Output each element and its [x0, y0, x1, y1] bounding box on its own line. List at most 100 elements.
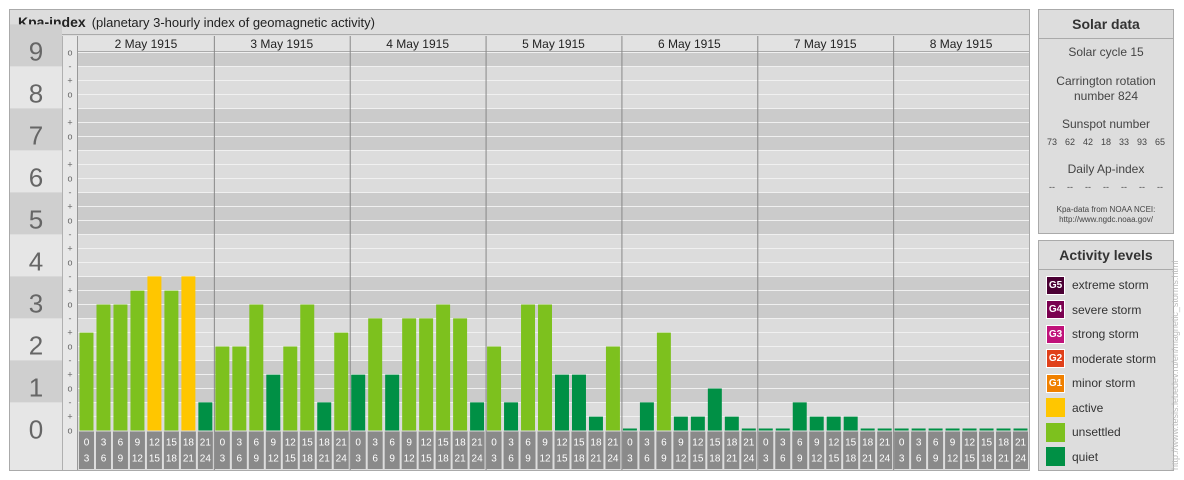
- hour-start-label: 21: [200, 438, 212, 449]
- hour-end-label: 6: [644, 454, 650, 465]
- plot-band: [78, 192, 1029, 235]
- kp-bar: [334, 332, 349, 431]
- level-label: severe storm: [1072, 302, 1142, 317]
- y-tick-label: 2: [29, 331, 43, 361]
- solar-cycle: Solar cycle 15: [1068, 45, 1144, 59]
- hour-end-label: 12: [404, 454, 416, 465]
- hour-end-label: 6: [237, 454, 243, 465]
- kp-bar: [724, 416, 739, 431]
- hour-start-label: 6: [933, 438, 939, 449]
- kp-bar: [656, 332, 671, 431]
- hour-end-label: 9: [933, 454, 939, 465]
- source-line2[interactable]: http://www.ngdc.noaa.gov/: [1039, 215, 1173, 225]
- hour-end-label: 21: [319, 454, 331, 465]
- hour-start-label: 21: [336, 438, 348, 449]
- hour-start-label: 3: [372, 438, 378, 449]
- hour-start-label: 9: [271, 438, 277, 449]
- hour-end-label: 12: [268, 454, 280, 465]
- ap-value: --: [1103, 182, 1109, 192]
- kp-bar: [470, 402, 485, 431]
- hour-start-label: 0: [763, 438, 769, 449]
- activity-levels-panel: Activity levels G5 extreme storm G4 severe …: [1038, 240, 1174, 471]
- kp-bar: [419, 318, 434, 431]
- hour-start-label: 12: [964, 438, 976, 449]
- hour-end-label: 15: [149, 454, 161, 465]
- hour-start-label: 3: [237, 438, 243, 449]
- kp-bar: [147, 276, 162, 431]
- hour-start-label: 0: [627, 438, 633, 449]
- level-unsettled: unsettled: [1046, 422, 1121, 442]
- y-sublabel: -: [69, 272, 72, 282]
- hour-start-label: 21: [607, 438, 619, 449]
- sunspot-values: 73 62 42 18 33 93 65: [1039, 137, 1173, 147]
- hour-start-label: 6: [525, 438, 531, 449]
- hour-start-label: 0: [220, 438, 226, 449]
- y-sublabel: +: [67, 202, 72, 212]
- hour-start-label: 15: [981, 438, 993, 449]
- level-swatch: [1046, 422, 1065, 442]
- hour-start-label: 15: [438, 438, 450, 449]
- kp-bar: [741, 428, 756, 431]
- sunspot-value: 62: [1064, 137, 1075, 147]
- day-label: 2 May 1915: [115, 37, 178, 51]
- plot-band: [78, 276, 1029, 319]
- level-label: quiet: [1072, 449, 1099, 464]
- sunspot-value: 18: [1100, 137, 1111, 147]
- kp-bar: [588, 416, 603, 431]
- ap-value: --: [1157, 182, 1163, 192]
- kp-bar: [571, 374, 586, 431]
- hour-end-label: 21: [862, 454, 874, 465]
- kp-bar: [707, 388, 722, 431]
- hour-end-label: 18: [166, 454, 178, 465]
- level-quiet: quiet: [1046, 447, 1098, 467]
- hour-start-label: 6: [254, 438, 260, 449]
- activity-levels-title: Activity levels: [1039, 241, 1173, 270]
- y-sublabel: +: [67, 328, 72, 338]
- y-sublabel: -: [69, 62, 72, 72]
- hour-end-label: 21: [183, 454, 195, 465]
- hour-end-label: 15: [828, 454, 840, 465]
- hour-start-label: 15: [302, 438, 314, 449]
- y-sublabel: +: [67, 160, 72, 170]
- hour-start-label: 9: [814, 438, 820, 449]
- hour-start-label: 15: [845, 438, 857, 449]
- sunspot-title: Sunspot number: [1061, 117, 1151, 131]
- y-sublabel: +: [67, 370, 72, 380]
- kp-bar: [928, 428, 943, 431]
- hour-end-label: 9: [661, 454, 667, 465]
- hour-end-label: 3: [355, 454, 361, 465]
- sunspot-value: 42: [1082, 137, 1093, 147]
- hour-start-label: 9: [406, 438, 412, 449]
- y-sublabel: o: [67, 132, 72, 142]
- hour-start-label: 18: [455, 438, 467, 449]
- kp-bar: [826, 416, 841, 431]
- hour-end-label: 6: [508, 454, 514, 465]
- hour-end-label: 12: [539, 454, 551, 465]
- kp-bar: [351, 374, 366, 431]
- hour-end-label: 18: [302, 454, 314, 465]
- kp-bar: [605, 346, 620, 431]
- y-tick-label: 7: [29, 121, 43, 151]
- kp-bar: [843, 416, 858, 431]
- hour-start-label: 18: [726, 438, 738, 449]
- y-tick-label: 8: [29, 79, 43, 109]
- kp-bar: [164, 290, 179, 431]
- hour-end-label: 3: [899, 454, 905, 465]
- carrington-line1: Carrington rotation: [1056, 74, 1156, 88]
- level-strong-storm: G3 strong storm: [1046, 324, 1139, 344]
- hour-start-label: 21: [1015, 438, 1027, 449]
- hour-end-label: 3: [763, 454, 769, 465]
- level-active: active: [1046, 398, 1103, 418]
- kp-bar: [130, 290, 145, 431]
- carrington-line2: number 824: [1073, 89, 1139, 103]
- y-sublabel: +: [67, 118, 72, 128]
- kp-bar: [809, 416, 824, 431]
- ap-value: --: [1139, 182, 1145, 192]
- hour-start-label: 9: [542, 438, 548, 449]
- hour-start-label: 3: [780, 438, 786, 449]
- hour-end-label: 18: [981, 454, 993, 465]
- hour-start-label: 0: [84, 438, 90, 449]
- hour-start-label: 15: [573, 438, 585, 449]
- hour-start-label: 21: [472, 438, 484, 449]
- sunspot-value: 33: [1118, 137, 1129, 147]
